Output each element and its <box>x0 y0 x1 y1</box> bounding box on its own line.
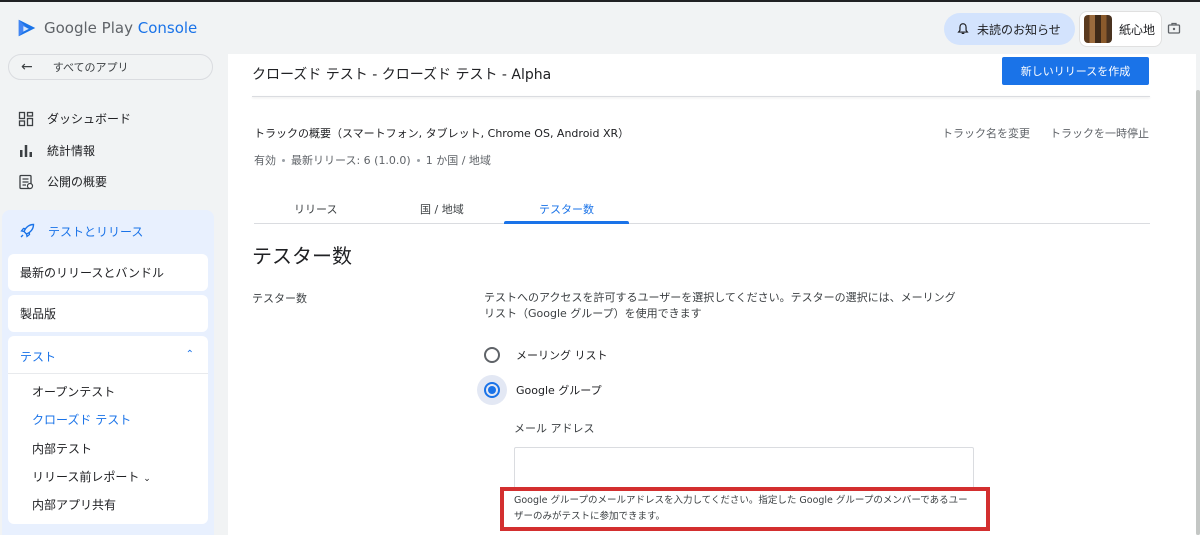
account-avatar <box>1084 15 1112 43</box>
test-group: テスト ⌃ オープンテスト クローズド テスト 内部テスト リリース前レポート … <box>8 336 208 524</box>
account-switcher[interactable]: 紙心地 <box>1079 11 1162 47</box>
sidebar-item-label: 統計情報 <box>47 144 96 158</box>
pause-track-link[interactable]: トラックを一時停止 <box>1050 125 1149 141</box>
sidebar-item-publishing-overview[interactable]: 公開の概要 <box>18 173 107 190</box>
sidebar-item-internal-testing[interactable]: 内部テスト <box>32 440 92 457</box>
test-and-release-section: テストとリリース 最新のリリースとバンドル 製品版 テスト ⌃ オープンテスト … <box>2 210 214 535</box>
test-group-header[interactable]: テスト <box>20 348 56 365</box>
sidebar-item-production[interactable]: 製品版 <box>8 295 208 332</box>
developer-account-icon[interactable] <box>1166 20 1182 36</box>
tab-countries[interactable]: 国 / 地域 <box>420 201 464 217</box>
top-bar: Google Play Console 未読のお知らせ 紙心地 <box>0 0 1200 54</box>
divider <box>8 373 208 374</box>
sidebar-item-test-and-release[interactable]: テストとリリース <box>18 222 143 240</box>
tab-bar: リリース 国 / 地域 テスター数 <box>254 194 1150 224</box>
radio-icon <box>484 347 500 363</box>
email-hint: Google グループのメールアドレスを入力してください。指定した Google… <box>514 495 968 522</box>
sidebar-item-label: リリース前レポート <box>32 470 140 484</box>
radio-mailing-list[interactable] <box>477 340 507 370</box>
rename-track-link[interactable]: トラック名を変更 <box>942 125 1030 141</box>
play-console-icon <box>18 19 36 37</box>
sidebar-item-closed-testing[interactable]: クローズド テスト <box>32 411 131 428</box>
chevron-down-icon: ⌄ <box>143 474 151 484</box>
bar-chart-icon <box>20 144 32 157</box>
radio-google-group[interactable] <box>477 375 507 405</box>
all-apps-button[interactable]: ← すべてのアプリ <box>8 54 213 80</box>
section-label: テストとリリース <box>48 224 144 239</box>
notifications-label: 未読のお知らせ <box>977 22 1061 37</box>
status-state: 有効 <box>254 154 276 167</box>
track-status: 有効 最新リリース: 6 (1.0.0) 1 か国 / 地域 <box>254 152 491 168</box>
email-label: メール アドレス <box>514 422 595 435</box>
email-input[interactable] <box>514 447 974 491</box>
dashboard-icon <box>18 111 34 126</box>
section-heading: テスター数 <box>252 244 352 268</box>
option-label: メーリング リスト <box>516 349 608 362</box>
sidebar: ← すべてのアプリ ダッシュボード 統計情報 公開の概要 テストとリリース 最新… <box>0 54 218 535</box>
scrollbar[interactable] <box>1196 90 1200 535</box>
sidebar-item-statistics[interactable]: 統計情報 <box>18 142 95 159</box>
latest-release: 最新リリース: 6 (1.0.0) <box>291 154 411 167</box>
sidebar-item-label: 最新のリリースとバンドル <box>20 266 165 280</box>
track-overview: トラックの概要（スマートフォン, タブレット, Chrome OS, Andro… <box>254 127 630 140</box>
sidebar-item-dashboard[interactable]: ダッシュボード <box>18 110 131 127</box>
chevron-up-icon[interactable]: ⌃ <box>186 349 194 360</box>
option-google-group[interactable]: Google グループ <box>477 375 602 405</box>
country-count: 1 か国 / 地域 <box>425 154 491 167</box>
radio-checked-icon <box>484 382 500 398</box>
main-panel: クローズド テスト - クローズド テスト - Alpha 新しいリリースを作成… <box>228 54 1196 535</box>
separator-dot <box>282 158 285 162</box>
option-mailing-list[interactable]: メーリング リスト <box>484 340 608 370</box>
bell-icon <box>957 23 969 34</box>
rocket-icon <box>20 223 35 238</box>
create-release-button[interactable]: 新しいリリースを作成 <box>1002 57 1149 85</box>
sidebar-item-label: 製品版 <box>20 307 57 321</box>
testers-description: テストへのアクセスを許可するユーザーを選択してください。テスターの選択には、メー… <box>484 291 956 320</box>
header-divider <box>252 96 1150 97</box>
separator-dot <box>416 158 420 162</box>
all-apps-label: すべてのアプリ <box>52 61 129 74</box>
page-title: クローズド テスト - クローズド テスト - Alpha <box>252 67 552 83</box>
tab-testers[interactable]: テスター数 <box>539 201 594 217</box>
account-name: 紙心地 <box>1119 22 1156 37</box>
sidebar-item-pre-launch-report[interactable]: リリース前レポート ⌄ <box>32 468 151 485</box>
sidebar-item-latest-releases[interactable]: 最新のリリースとバンドル <box>8 254 208 291</box>
sidebar-item-label: 公開の概要 <box>47 175 108 189</box>
publishing-overview-icon <box>19 174 34 189</box>
sidebar-item-internal-app-sharing[interactable]: 内部アプリ共有 <box>32 496 116 513</box>
testers-field-label: テスター数 <box>252 292 307 305</box>
sidebar-item-label: ダッシュボード <box>47 112 132 126</box>
back-arrow-icon: ← <box>21 59 33 75</box>
sidebar-item-open-testing[interactable]: オープンテスト <box>32 383 115 400</box>
option-label: Google グループ <box>516 384 602 397</box>
brand-name: Google Play Console <box>44 19 198 37</box>
notifications-button[interactable]: 未読のお知らせ <box>944 13 1075 45</box>
tab-releases[interactable]: リリース <box>294 201 337 217</box>
brand-logo[interactable]: Google Play Console <box>16 17 197 39</box>
email-hint-highlight: Google グループのメールアドレスを入力してください。指定した Google… <box>500 487 990 531</box>
active-tab-indicator <box>504 221 629 224</box>
